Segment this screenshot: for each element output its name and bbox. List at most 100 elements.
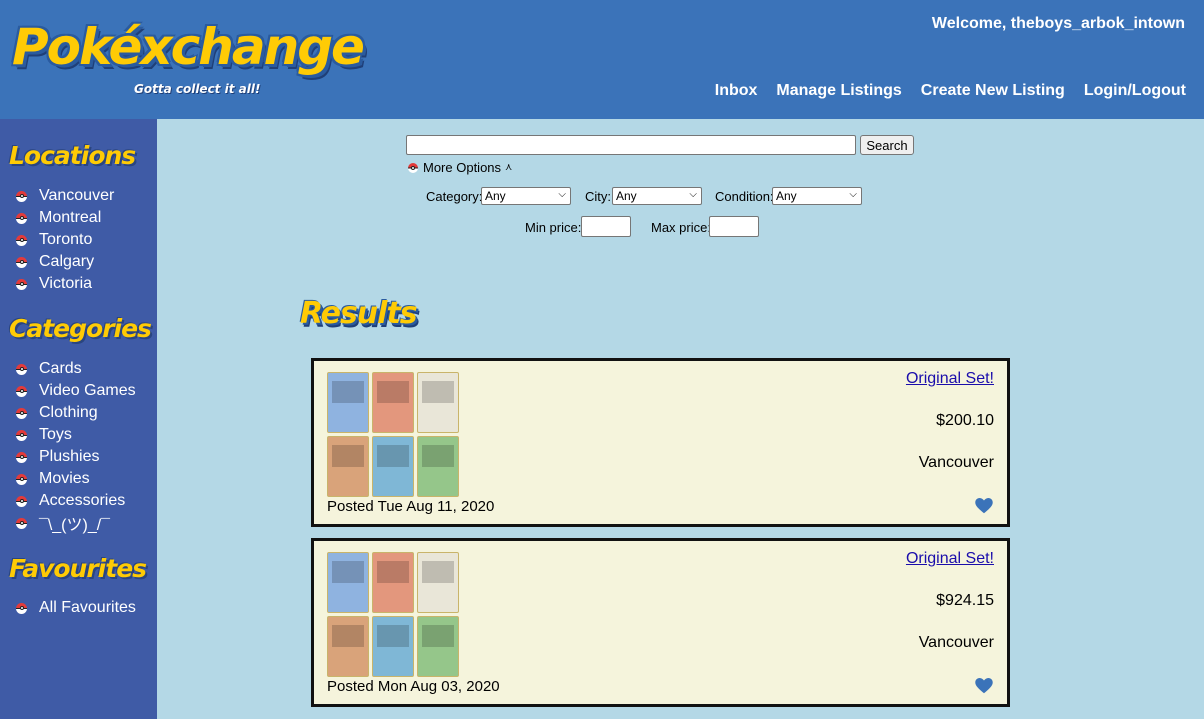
card-image bbox=[327, 552, 369, 613]
sidebar-item-label: Clothing bbox=[39, 404, 98, 421]
sidebar: Locations Vancouver Montreal Toronto Cal… bbox=[0, 119, 157, 719]
city-label: City: bbox=[585, 189, 611, 204]
locations-heading: Locations bbox=[9, 141, 136, 170]
sidebar-item-calgary[interactable]: Calgary bbox=[16, 251, 114, 273]
site-logo[interactable]: Pokéxchange Gotta collect it all! bbox=[12, 18, 365, 108]
pokeball-icon bbox=[16, 385, 27, 397]
sidebar-item-label: Movies bbox=[39, 470, 90, 487]
city-select[interactable]: Any ⌵ bbox=[612, 187, 702, 205]
categories-heading: Categories bbox=[9, 314, 152, 343]
listing-thumbnail[interactable] bbox=[327, 552, 459, 678]
results-heading: Results bbox=[300, 296, 418, 331]
chevron-down-icon: ⌵ bbox=[558, 189, 566, 200]
min-price-label: Min price: bbox=[525, 220, 582, 235]
categories-list: Cards Video Games Clothing Toys Plushies… bbox=[16, 358, 136, 534]
min-price-input[interactable] bbox=[581, 216, 631, 237]
sidebar-item-cards[interactable]: Cards bbox=[16, 358, 136, 380]
card-image bbox=[417, 552, 459, 613]
nav-create-listing-link[interactable]: Create New Listing bbox=[921, 82, 1065, 100]
sidebar-item-label: Video Games bbox=[39, 382, 136, 399]
listing-city: Vancouver bbox=[918, 454, 994, 471]
welcome-message: Welcome, theboys_arbok_intown bbox=[931, 15, 1185, 32]
pokeball-icon bbox=[16, 278, 27, 290]
sidebar-item-toys[interactable]: Toys bbox=[16, 424, 136, 446]
pokeball-icon bbox=[16, 495, 27, 507]
listing-price: $924.15 bbox=[936, 592, 994, 609]
site-header: Pokéxchange Gotta collect it all! Welcom… bbox=[0, 0, 1204, 119]
category-select[interactable]: Any ⌵ bbox=[481, 187, 571, 205]
pokeball-icon bbox=[16, 429, 27, 441]
sidebar-item-plushies[interactable]: Plushies bbox=[16, 446, 136, 468]
listing-posted-date: Posted Tue Aug 11, 2020 bbox=[327, 498, 495, 515]
card-image bbox=[327, 372, 369, 433]
sidebar-item-label: Toys bbox=[39, 426, 72, 443]
pokeball-icon bbox=[16, 363, 27, 375]
card-image bbox=[327, 616, 369, 677]
locations-list: Vancouver Montreal Toronto Calgary Victo… bbox=[16, 185, 114, 295]
sidebar-item-other[interactable]: ¯\_(ツ)_/¯ bbox=[16, 512, 136, 534]
card-image bbox=[372, 372, 414, 433]
category-label: Category: bbox=[426, 189, 483, 204]
pokeball-icon bbox=[16, 473, 27, 485]
pokeball-icon bbox=[16, 407, 27, 419]
sidebar-item-clothing[interactable]: Clothing bbox=[16, 402, 136, 424]
sidebar-item-toronto[interactable]: Toronto bbox=[16, 229, 114, 251]
more-options-label: More Options bbox=[423, 160, 502, 175]
listing-city: Vancouver bbox=[918, 634, 994, 651]
sidebar-item-label: Plushies bbox=[39, 448, 100, 465]
favourites-list: All Favourites bbox=[16, 597, 136, 619]
sidebar-item-video-games[interactable]: Video Games bbox=[16, 380, 136, 402]
sidebar-item-all-favourites[interactable]: All Favourites bbox=[16, 597, 136, 619]
listing-thumbnail[interactable] bbox=[327, 372, 459, 498]
nav-login-logout-link[interactable]: Login/Logout bbox=[1084, 82, 1186, 100]
listing-price: $200.10 bbox=[936, 412, 994, 429]
nav-inbox-link[interactable]: Inbox bbox=[715, 82, 758, 100]
max-price-input[interactable] bbox=[709, 216, 759, 237]
sidebar-item-label: Vancouver bbox=[39, 187, 115, 204]
sidebar-item-movies[interactable]: Movies bbox=[16, 468, 136, 490]
heart-icon[interactable] bbox=[975, 498, 993, 514]
card-image bbox=[417, 372, 459, 433]
card-image bbox=[372, 616, 414, 677]
double-chevron-down-icon: ⋏ bbox=[505, 162, 513, 173]
condition-select-value: Any bbox=[776, 189, 797, 203]
pokeball-icon bbox=[16, 602, 27, 614]
pokeball-icon bbox=[16, 234, 27, 246]
listing-card[interactable]: Original Set! $200.10 Vancouver Posted T… bbox=[311, 358, 1010, 527]
search-input[interactable] bbox=[406, 135, 856, 155]
listing-title-link[interactable]: Original Set! bbox=[906, 370, 994, 388]
sidebar-item-victoria[interactable]: Victoria bbox=[16, 273, 114, 295]
search-button[interactable]: Search bbox=[860, 135, 914, 155]
sidebar-item-accessories[interactable]: Accessories bbox=[16, 490, 136, 512]
pokeball-icon bbox=[408, 162, 418, 173]
sidebar-item-vancouver[interactable]: Vancouver bbox=[16, 185, 114, 207]
top-nav: Inbox Manage Listings Create New Listing… bbox=[715, 82, 1186, 100]
sidebar-item-label: Calgary bbox=[39, 253, 95, 270]
condition-select[interactable]: Any ⌵ bbox=[772, 187, 862, 205]
max-price-label: Max price: bbox=[651, 220, 711, 235]
listing-title-link[interactable]: Original Set! bbox=[906, 550, 994, 568]
chevron-down-icon: ⌵ bbox=[689, 189, 697, 200]
sidebar-item-label: ¯\_(ツ)_/¯ bbox=[39, 517, 111, 534]
card-image bbox=[417, 616, 459, 677]
heart-icon[interactable] bbox=[975, 678, 993, 694]
tagline: Gotta collect it all! bbox=[134, 82, 261, 96]
favourites-heading: Favourites bbox=[9, 554, 147, 583]
sidebar-item-label: All Favourites bbox=[39, 599, 136, 616]
card-image bbox=[327, 436, 369, 497]
pokeball-icon bbox=[16, 212, 27, 224]
card-image bbox=[372, 552, 414, 613]
more-options-toggle[interactable]: More Options ⋏ bbox=[408, 160, 512, 175]
pokeball-icon bbox=[16, 256, 27, 268]
card-image bbox=[372, 436, 414, 497]
nav-manage-listings-link[interactable]: Manage Listings bbox=[776, 82, 901, 100]
logo-text: Pokéxchange bbox=[12, 18, 365, 76]
pokeball-icon bbox=[16, 190, 27, 202]
listing-posted-date: Posted Mon Aug 03, 2020 bbox=[327, 678, 500, 695]
sidebar-item-label: Accessories bbox=[39, 492, 126, 509]
listing-card[interactable]: Original Set! $924.15 Vancouver Posted M… bbox=[311, 538, 1010, 707]
condition-label: Condition: bbox=[715, 189, 774, 204]
sidebar-item-label: Cards bbox=[39, 360, 82, 377]
chevron-down-icon: ⌵ bbox=[849, 189, 857, 200]
sidebar-item-montreal[interactable]: Montreal bbox=[16, 207, 114, 229]
